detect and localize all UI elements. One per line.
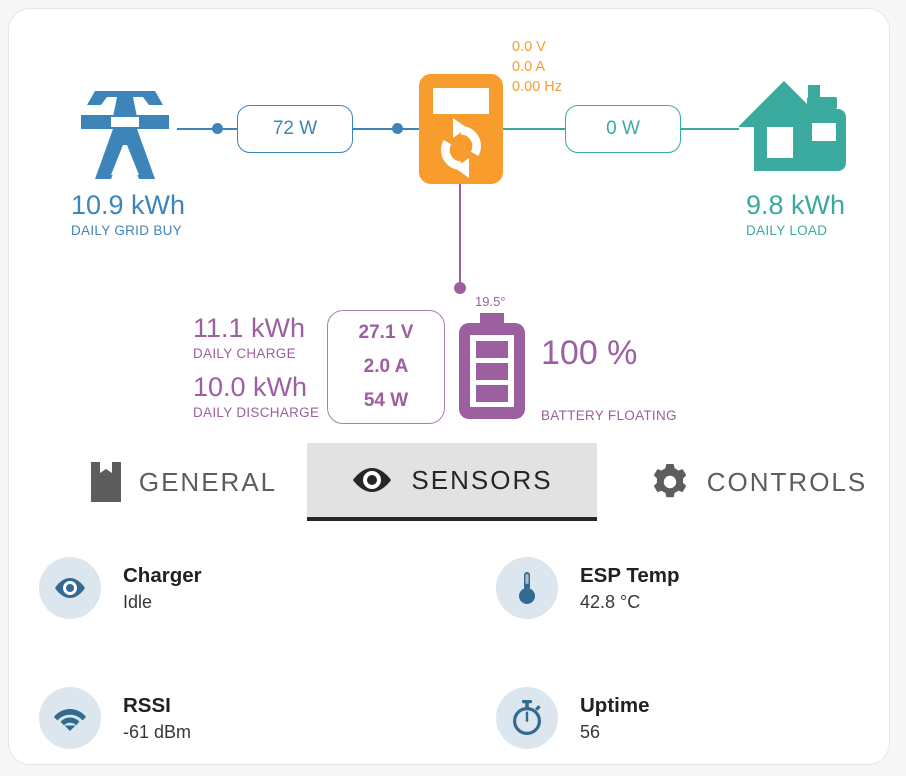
load-energy-block: 9.8 kWh DAILY LOAD bbox=[746, 191, 845, 239]
sensor-name: RSSI bbox=[123, 693, 171, 717]
tab-general-label: GENERAL bbox=[138, 466, 278, 497]
sensor-value: -61 dBm bbox=[123, 721, 192, 742]
inverter-voltage: 0.0 V bbox=[512, 39, 546, 55]
load-power-value: 0 W bbox=[606, 118, 640, 139]
sensor-text: Uptime 56 bbox=[580, 692, 649, 745]
load-energy-label: DAILY LOAD bbox=[746, 223, 828, 239]
battery-daily-charge-value: 11.1 kWh bbox=[193, 313, 306, 343]
sensor-text: Charger Idle bbox=[123, 562, 202, 615]
battery-current: 2.0 A bbox=[363, 356, 409, 377]
inverter-current: 0.0 A bbox=[512, 59, 546, 75]
sensor-text: ESP Temp 42.8 °C bbox=[580, 562, 680, 615]
grid-wire-dot-right bbox=[392, 123, 403, 134]
sensor-value: Idle bbox=[123, 591, 153, 612]
grid-wire-right bbox=[353, 128, 421, 130]
battery-state-label: BATTERY FLOATING bbox=[541, 408, 677, 423]
sensor-value: 42.8 °C bbox=[580, 591, 641, 612]
battery-soc-value: 100 % bbox=[541, 334, 638, 372]
tab-controls[interactable]: CONTROLS bbox=[619, 443, 899, 521]
inverter-readings: 0.0 V 0.0 A 0.00 Hz bbox=[512, 37, 562, 97]
tab-controls-label: CONTROLS bbox=[706, 466, 868, 497]
sensor-name: ESP Temp bbox=[580, 563, 680, 587]
grid-power-pill: 72 W bbox=[237, 105, 353, 153]
sensor-name: Charger bbox=[123, 563, 202, 587]
grid-wire-dot-left bbox=[212, 123, 223, 134]
wifi-icon bbox=[54, 709, 86, 731]
sensor-icon-wrapper bbox=[496, 687, 558, 749]
grid-energy-value: 10.9 kWh bbox=[71, 190, 186, 220]
battery-daily-discharge-value: 10.0 kWh bbox=[193, 372, 308, 402]
sensor-row-esp-temp[interactable]: ESP Temp 42.8 °C bbox=[496, 555, 680, 621]
inverter-frequency: 0.00 Hz bbox=[512, 79, 562, 95]
house-load-icon bbox=[738, 81, 846, 171]
sensor-icon-wrapper bbox=[496, 557, 558, 619]
load-wire-left bbox=[503, 128, 565, 130]
battery-wire-dot bbox=[454, 282, 466, 294]
stopwatch-icon bbox=[513, 700, 541, 735]
battery-icon bbox=[459, 313, 525, 419]
energy-flow-diagram: 10.9 kWh DAILY GRID BUY 72 W 0.0 V 0.0 A… bbox=[9, 9, 891, 429]
tab-general[interactable]: GENERAL bbox=[59, 443, 309, 521]
battery-power: 54 W bbox=[363, 390, 409, 411]
book-icon bbox=[90, 462, 121, 502]
eye-icon bbox=[353, 468, 392, 492]
battery-daily-charge-label: DAILY CHARGE bbox=[193, 346, 296, 362]
battery-daily-discharge-block: 10.0 kWh DAILY DISCHARGE bbox=[193, 373, 319, 421]
sensor-name: Uptime bbox=[580, 693, 650, 717]
gear-icon bbox=[653, 464, 686, 498]
grid-power-value: 72 W bbox=[272, 118, 318, 139]
battery-readings-box: 27.1 V 2.0 A 54 W bbox=[327, 310, 445, 424]
eye-icon bbox=[55, 578, 85, 598]
sensor-icon-wrapper bbox=[39, 557, 101, 619]
dashboard-card: 10.9 kWh DAILY GRID BUY 72 W 0.0 V 0.0 A… bbox=[8, 8, 890, 765]
sensor-row-rssi[interactable]: RSSI -61 dBm bbox=[39, 685, 191, 751]
tab-bar: GENERAL SENSORS CONTROLS bbox=[9, 435, 891, 527]
load-wire-right bbox=[681, 128, 739, 130]
load-power-pill: 0 W bbox=[565, 105, 681, 153]
sensor-icon-wrapper bbox=[39, 687, 101, 749]
inverter-icon bbox=[419, 74, 503, 184]
tab-sensors-label: SENSORS bbox=[411, 464, 553, 495]
sensor-list: Charger Idle ESP Temp 42.8 °C RSSI -61 d… bbox=[9, 539, 891, 764]
battery-wire-vertical bbox=[459, 184, 461, 292]
grid-energy-block: 10.9 kWh DAILY GRID BUY bbox=[71, 191, 185, 239]
grid-energy-label: DAILY GRID BUY bbox=[71, 223, 182, 239]
sensor-row-charger[interactable]: Charger Idle bbox=[39, 555, 202, 621]
tab-sensors[interactable]: SENSORS bbox=[307, 443, 597, 521]
battery-temperature: 19.5° bbox=[475, 294, 506, 309]
thermometer-icon bbox=[519, 572, 535, 604]
battery-daily-charge-block: 11.1 kWh DAILY CHARGE bbox=[193, 314, 305, 362]
grid-wire-left bbox=[177, 128, 237, 130]
load-energy-value: 9.8 kWh bbox=[746, 190, 846, 220]
transmission-tower-icon bbox=[81, 91, 169, 179]
sensor-value: 56 bbox=[580, 721, 601, 742]
sensor-text: RSSI -61 dBm bbox=[123, 692, 191, 745]
battery-daily-discharge-label: DAILY DISCHARGE bbox=[193, 405, 320, 421]
battery-voltage: 27.1 V bbox=[358, 322, 414, 343]
sensor-row-uptime[interactable]: Uptime 56 bbox=[496, 685, 649, 751]
